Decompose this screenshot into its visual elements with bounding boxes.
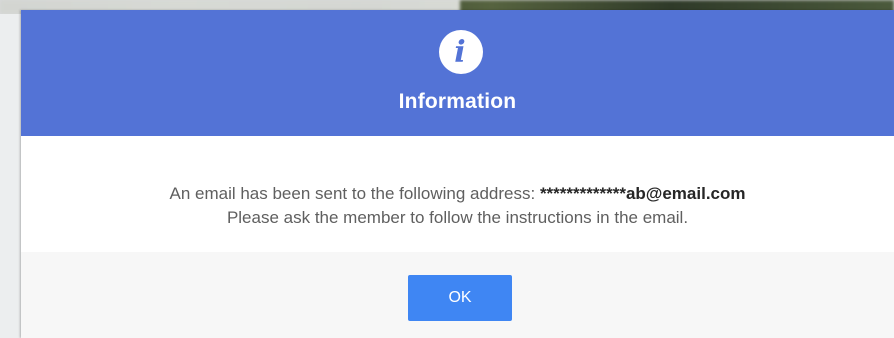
dialog-title: Information [398,90,517,113]
message-prefix: An email has been sent to the following … [169,184,540,203]
message-line-2: Please ask the member to follow the inst… [226,208,689,227]
information-dialog: i Information An email has been sent to … [21,10,894,338]
ok-button[interactable]: OK [408,275,512,321]
dialog-body: An email has been sent to the following … [21,136,894,252]
background-page-edge [0,14,21,338]
dialog-footer: OK [21,252,894,338]
message-line-1: An email has been sent to the following … [21,184,894,204]
dialog-header: i Information [21,10,894,136]
info-icon: i [439,30,483,74]
email-address: *************ab@email.com [539,184,746,203]
